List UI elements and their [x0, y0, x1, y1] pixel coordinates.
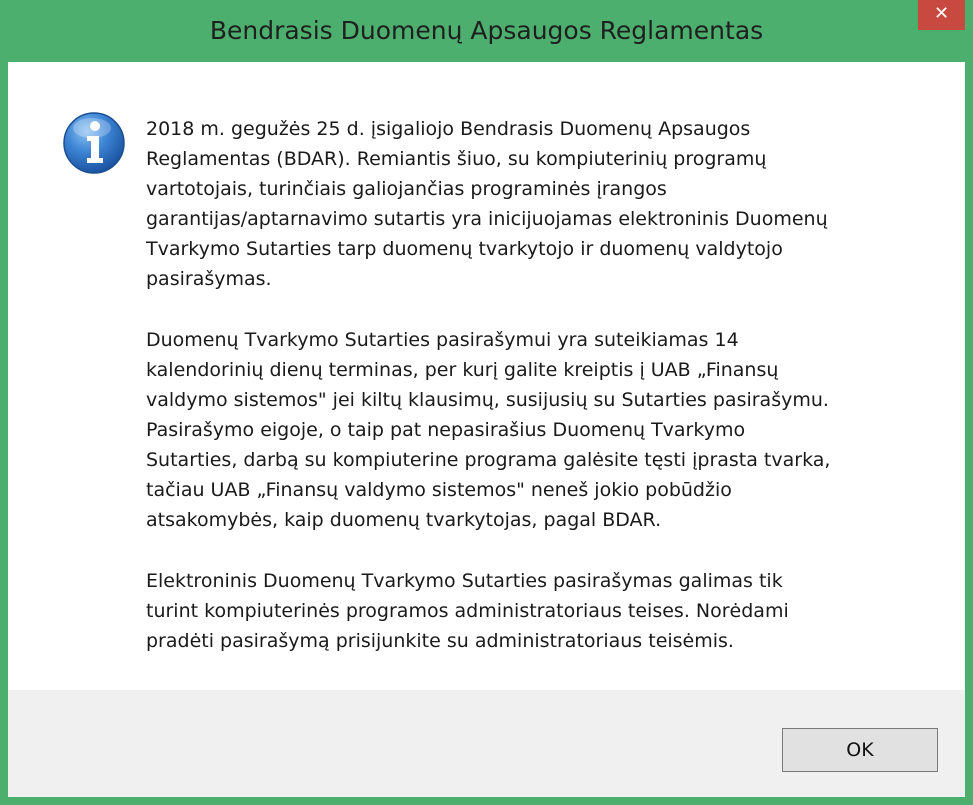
- message-dialog: Bendrasis Duomenų Apsaugos Reglamentas ✕…: [0, 0, 973, 805]
- message-paragraph: 2018 m. gegužės 25 d. įsigaliojo Bendras…: [146, 118, 828, 290]
- message-paragraph: Duomenų Tvarkymo Sutarties pasirašymui y…: [146, 329, 831, 531]
- button-bar: OK: [8, 690, 965, 797]
- dialog-body: 2018 m. gegužės 25 d. įsigaliojo Bendras…: [8, 62, 965, 797]
- title-bar[interactable]: Bendrasis Duomenų Apsaugos Reglamentas ✕: [0, 0, 973, 62]
- window-title: Bendrasis Duomenų Apsaugos Reglamentas: [209, 16, 764, 45]
- info-icon: [63, 112, 125, 174]
- close-button[interactable]: ✕: [918, 0, 965, 30]
- message-text: 2018 m. gegužės 25 d. įsigaliojo Bendras…: [146, 114, 916, 656]
- message-paragraph: Elektroninis Duomenų Tvarkymo Sutarties …: [146, 570, 789, 652]
- ok-button[interactable]: OK: [782, 728, 938, 772]
